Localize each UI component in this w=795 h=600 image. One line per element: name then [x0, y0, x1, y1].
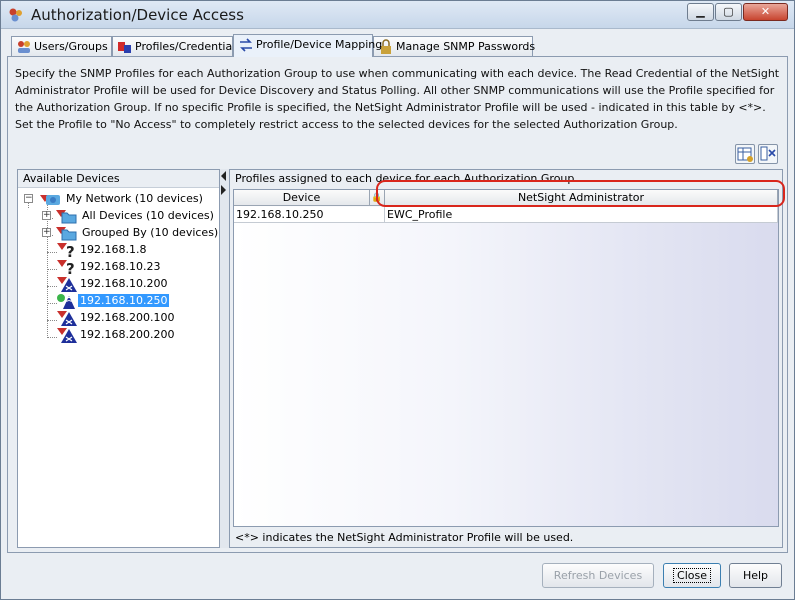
- tree-node-label: 192.168.200.100: [80, 311, 175, 324]
- credentials-icon: [118, 42, 131, 53]
- router-icon: [57, 328, 77, 343]
- expand-expander[interactable]: +: [42, 228, 51, 237]
- help-button[interactable]: Help: [729, 563, 782, 588]
- collapse-right-arrow-icon[interactable]: [221, 185, 226, 195]
- tab-label: Profiles/Credentials: [135, 40, 241, 53]
- tree-node-label: 192.168.10.250: [78, 294, 170, 307]
- tree-node-label: 192.168.1.8: [80, 243, 147, 256]
- network-folder-icon: [40, 195, 60, 205]
- button-label: Close: [673, 568, 711, 583]
- tree-node-device[interactable]: ? 192.168.10.23: [56, 259, 216, 276]
- app-icon: [9, 8, 22, 22]
- profile-mapping-table: Device 🔒 NetSight Administrator 192.168.…: [233, 189, 779, 527]
- router-icon: [57, 277, 77, 292]
- tab-label: Users/Groups: [34, 40, 108, 53]
- minimize-button[interactable]: ▁: [687, 3, 714, 21]
- profiles-assigned-panel: Profiles assigned to each device for eac…: [229, 169, 785, 548]
- expand-expander[interactable]: +: [42, 211, 51, 220]
- tree-node-all-devices[interactable]: + All Devices (10 devices): [42, 208, 217, 225]
- table-row[interactable]: 192.168.10.250 EWC_Profile: [234, 207, 778, 223]
- profiles-assigned-header: Profiles assigned to each device for eac…: [230, 170, 782, 188]
- tree-node-label: 192.168.10.23: [80, 260, 161, 273]
- tab-manage-snmp-passwords[interactable]: Manage SNMP Passwords: [373, 36, 536, 56]
- admin-profile-cell[interactable]: EWC_Profile: [385, 207, 778, 223]
- tab-profiles-credentials[interactable]: Profiles/Credentials: [112, 36, 241, 56]
- button-label: Refresh Devices: [553, 569, 643, 582]
- description-text: Specify the SNMP Profiles for each Autho…: [15, 67, 780, 131]
- svg-text:?: ?: [66, 243, 75, 259]
- svg-text:?: ?: [66, 260, 75, 276]
- footnote-text: <*> indicates the NetSight Administrator…: [235, 531, 574, 544]
- users-icon: [18, 41, 30, 53]
- unknown-device-icon: ?: [57, 243, 75, 259]
- title-bar[interactable]: Authorization/Device Access ▁ ▢ ✕: [1, 1, 794, 29]
- close-button[interactable]: Close: [663, 563, 721, 588]
- tab-label: Profile/Device Mapping: [256, 38, 383, 51]
- column-header-device[interactable]: Device: [234, 190, 370, 206]
- authorization-device-access-window: Authorization/Device Access ▁ ▢ ✕ Users/…: [0, 0, 795, 600]
- profile-device-mapping-panel: Specify the SNMP Profiles for each Autho…: [7, 56, 788, 553]
- button-label: Help: [742, 569, 769, 582]
- unknown-device-icon: ?: [57, 260, 75, 276]
- window-title: Authorization/Device Access: [31, 6, 244, 24]
- panel-splitter[interactable]: [220, 169, 229, 548]
- tree-node-my-network[interactable]: − My Network (10 devices): [24, 191, 214, 208]
- maximize-button[interactable]: ▢: [715, 3, 742, 21]
- available-devices-header: Available Devices: [18, 170, 219, 188]
- tree-node-device[interactable]: ? 192.168.1.8: [56, 242, 216, 259]
- column-header-netsight-administrator[interactable]: NetSight Administrator: [385, 190, 778, 206]
- mapping-icon: [240, 38, 252, 52]
- folder-icon: [56, 227, 77, 241]
- tree-node-device[interactable]: 192.168.10.200: [56, 276, 216, 293]
- refresh-devices-button[interactable]: Refresh Devices: [542, 563, 654, 588]
- device-cell[interactable]: 192.168.10.250: [234, 207, 385, 223]
- tab-label: Manage SNMP Passwords: [396, 40, 536, 53]
- lock-column-icon[interactable]: 🔒: [370, 190, 385, 206]
- tree-node-device[interactable]: 192.168.200.100: [56, 310, 216, 327]
- tree-node-label: My Network (10 devices): [66, 192, 203, 205]
- table-settings-icon[interactable]: [735, 144, 755, 164]
- tree-node-device[interactable]: 192.168.200.200: [56, 327, 216, 344]
- tab-users-groups[interactable]: Users/Groups: [11, 36, 112, 56]
- tree-node-label: 192.168.10.200: [80, 277, 168, 290]
- tree-node-device-selected[interactable]: 192.168.10.250: [56, 293, 216, 310]
- wireless-device-icon: [57, 294, 75, 309]
- available-devices-panel: Available Devices − My Network (10 devic…: [17, 169, 220, 548]
- tree-node-label: All Devices (10 devices): [82, 209, 214, 222]
- collapse-expander[interactable]: −: [24, 194, 33, 203]
- tab-profile-device-mapping[interactable]: Profile/Device Mapping: [233, 34, 382, 57]
- folder-icon: [56, 210, 77, 224]
- close-window-button[interactable]: ✕: [743, 3, 788, 21]
- tree-node-label: Grouped By (10 devices): [82, 226, 219, 239]
- collapse-left-arrow-icon[interactable]: [221, 171, 226, 181]
- tree-node-grouped-by[interactable]: + Grouped By (10 devices): [42, 225, 219, 242]
- table-header: Device 🔒 NetSight Administrator: [234, 190, 778, 206]
- column-settings-icon[interactable]: [758, 144, 778, 164]
- router-icon: [57, 311, 77, 326]
- tree-node-label: 192.168.200.200: [80, 328, 175, 341]
